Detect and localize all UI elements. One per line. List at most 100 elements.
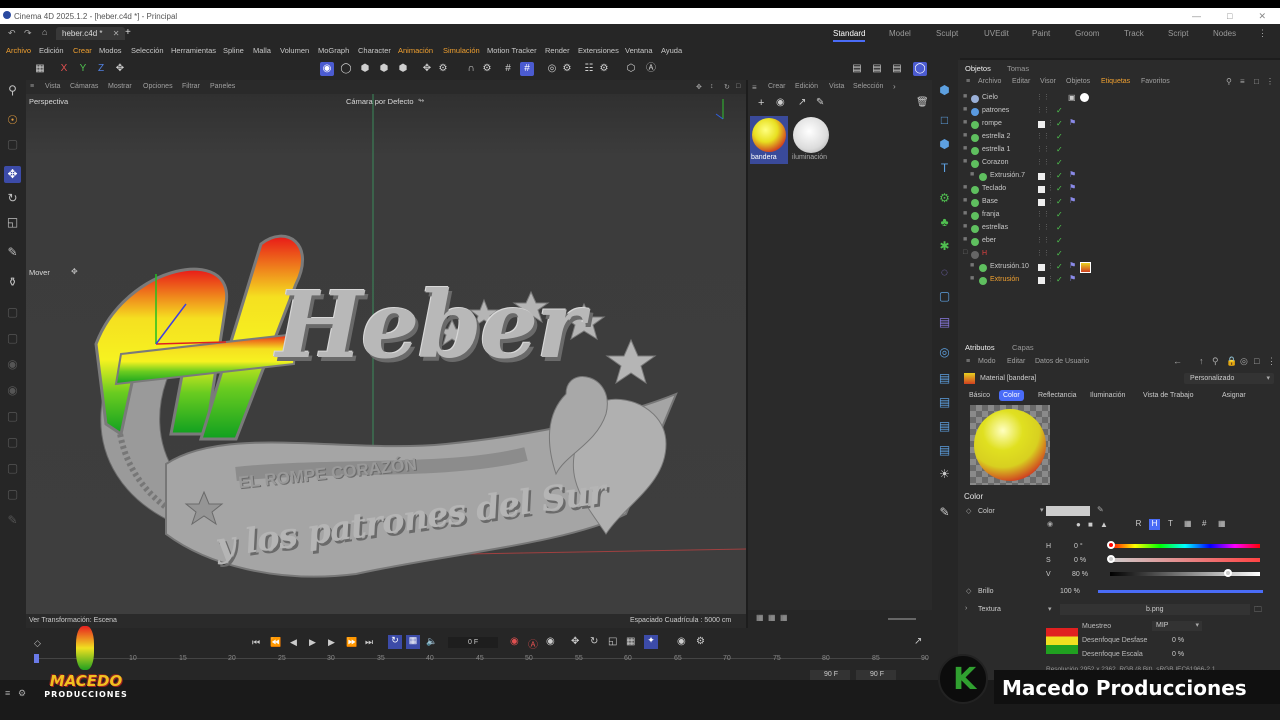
scene-icon[interactable]: ▢ bbox=[936, 288, 953, 305]
field-icon[interactable]: ◌ bbox=[936, 264, 953, 281]
subtab-asignar[interactable]: Asignar bbox=[1218, 391, 1250, 400]
viewport-menu-vista[interactable]: Vista bbox=[45, 83, 60, 90]
stage-icon[interactable]: ▤ bbox=[936, 442, 953, 459]
tab-atributos[interactable]: Atributos bbox=[965, 343, 995, 352]
add-material-icon[interactable]: + bbox=[758, 97, 764, 109]
pen-tool-icon[interactable]: ✎ bbox=[4, 244, 21, 261]
back-icon[interactable]: ← bbox=[1173, 356, 1182, 366]
textura-field[interactable]: b.png bbox=[1060, 604, 1250, 615]
new-tab-icon[interactable]: + bbox=[125, 27, 131, 38]
material-menu-icon[interactable]: ≡ bbox=[752, 83, 757, 92]
expand-icon[interactable]: ■ bbox=[970, 171, 974, 178]
keyframe-icon[interactable]: ◇ bbox=[966, 507, 971, 515]
textura-expand-icon[interactable]: › bbox=[965, 605, 967, 612]
visibility-dots[interactable]: ⋮⋮ bbox=[1036, 145, 1050, 153]
pin-icon[interactable]: ◎ bbox=[1240, 356, 1248, 367]
mode-h-button[interactable]: H bbox=[1149, 519, 1160, 530]
viewport-menu-opciones[interactable]: Opciones bbox=[143, 83, 173, 90]
snap-icon[interactable]: ∩ bbox=[464, 62, 478, 76]
attr-menu-modo[interactable]: Modo bbox=[978, 358, 996, 365]
polygons-mode-icon[interactable]: ⬢ bbox=[396, 62, 410, 76]
expand-icon[interactable]: ■ bbox=[963, 106, 967, 113]
quantize-icon[interactable]: ☷ bbox=[582, 62, 596, 76]
visibility-dots[interactable]: ⋮ bbox=[1047, 184, 1054, 192]
objects-new-window-icon[interactable]: □ bbox=[1254, 77, 1259, 86]
grid-view-icon[interactable]: ▦ bbox=[768, 613, 776, 622]
position-key-icon[interactable]: ✥ bbox=[571, 636, 579, 647]
video-camera-icon[interactable]: ▤ bbox=[936, 418, 953, 435]
play-icon[interactable]: ▶ bbox=[309, 637, 316, 648]
objects-menu-objetos[interactable]: Objetos bbox=[1066, 78, 1090, 85]
visibility-dots[interactable]: ⋮ bbox=[1047, 197, 1054, 205]
viewport-3d[interactable]: Heber EL ROMPE CORAZÓN y los patrones de… bbox=[26, 94, 746, 614]
material-menu-seleccion[interactable]: Selección bbox=[853, 83, 883, 90]
viewport-menu-filtrar[interactable]: Filtrar bbox=[182, 83, 200, 90]
brillo-slider[interactable] bbox=[1098, 590, 1263, 593]
enabled-check-icon[interactable]: ✓ bbox=[1056, 184, 1063, 193]
layout-uvedit[interactable]: UVEdit bbox=[984, 29, 1009, 38]
edit-icon[interactable]: ✎ bbox=[936, 504, 953, 521]
tab-tomas[interactable]: Tomas bbox=[1007, 64, 1029, 73]
bridge-tool-icon[interactable]: ▢ bbox=[4, 434, 21, 451]
next-key-icon[interactable]: ⏩ bbox=[346, 637, 357, 648]
camera-link-icon[interactable]: ↬ bbox=[418, 96, 424, 105]
visibility-dots[interactable]: ⋮⋮ bbox=[1036, 223, 1050, 231]
attr-menu-datos-usuario[interactable]: Datos de Usuario bbox=[1035, 358, 1089, 365]
render-settings-icon[interactable]: ▤ bbox=[890, 62, 904, 76]
expand-icon[interactable]: ■ bbox=[963, 197, 967, 204]
large-view-icon[interactable]: ▦ bbox=[780, 613, 788, 622]
x-axis-lock[interactable]: X bbox=[57, 62, 71, 76]
material-bandera[interactable]: bandera bbox=[750, 116, 788, 164]
z-axis-lock[interactable]: Z bbox=[94, 62, 108, 76]
sky-material-tag[interactable] bbox=[1080, 93, 1089, 102]
go-to-end-icon[interactable]: ⏭ bbox=[365, 637, 373, 648]
go-to-start-icon[interactable]: ⏮ bbox=[252, 637, 260, 648]
expand-icon[interactable]: ■ bbox=[963, 210, 967, 217]
menu-mograph[interactable]: MoGraph bbox=[318, 46, 349, 55]
color-swatch-field[interactable] bbox=[1046, 506, 1090, 516]
lock-icon[interactable]: 🔒 bbox=[1226, 356, 1237, 367]
mograph-icon[interactable]: ♣ bbox=[936, 214, 953, 231]
tab-document[interactable]: heber.c4d * ✕ bbox=[56, 27, 126, 40]
visibility-dots[interactable]: ⋮ bbox=[1047, 275, 1054, 283]
current-frame-field[interactable]: 0 F bbox=[448, 637, 498, 648]
menu-seleccion[interactable]: Selección bbox=[131, 46, 164, 55]
brillo-value[interactable]: 100 % bbox=[1060, 588, 1080, 595]
viewport-maximize-icon[interactable]: □ bbox=[736, 83, 740, 90]
material-picker-icon[interactable]: ✎ bbox=[816, 97, 824, 108]
enabled-check-icon[interactable]: ✓ bbox=[1056, 106, 1063, 115]
weld-tool-icon[interactable]: ▢ bbox=[4, 486, 21, 503]
render-region-icon[interactable]: ▤ bbox=[936, 394, 953, 411]
phong-tag-icon[interactable]: ⚑ bbox=[1069, 274, 1076, 283]
enabled-check-icon[interactable]: ✓ bbox=[1056, 210, 1063, 219]
objects-menu-visor[interactable]: Visor bbox=[1040, 78, 1056, 85]
layout-nodes[interactable]: Nodes bbox=[1213, 29, 1236, 38]
object-row[interactable]: ■ eber ⋮⋮ ✓ bbox=[958, 235, 1280, 248]
close-icon[interactable]: ✕ bbox=[1258, 11, 1266, 22]
primitive-cube-icon[interactable]: ⬢ bbox=[936, 136, 953, 153]
points-mode-icon[interactable]: ⬢ bbox=[358, 62, 372, 76]
folder-icon[interactable]: 🗀 bbox=[1254, 604, 1262, 618]
expand-icon[interactable]: ■ bbox=[963, 93, 967, 100]
visibility-dots[interactable]: ⋮ bbox=[1047, 119, 1054, 127]
rotation-key-icon[interactable]: ↻ bbox=[590, 636, 598, 647]
deformer-icon[interactable]: ✱ bbox=[936, 238, 953, 255]
enabled-check-icon[interactable]: ✓ bbox=[1056, 223, 1063, 232]
objects-menu-archivo[interactable]: Archivo bbox=[978, 78, 1001, 85]
grid-toggle-icon[interactable]: ▦ bbox=[33, 62, 47, 76]
value-slider[interactable] bbox=[1110, 572, 1260, 576]
phong-tag-icon[interactable]: ⚑ bbox=[1069, 118, 1076, 127]
expand-icon[interactable]: ■ bbox=[963, 223, 967, 230]
object-row[interactable]: ■ Extrusión.7 ⋮ ✓ ⚑ bbox=[958, 170, 1280, 183]
subtab-color[interactable]: Color bbox=[999, 390, 1024, 401]
generator-icon[interactable]: ⚙ bbox=[936, 190, 953, 207]
object-row[interactable]: ■ Extrusión.10 ⋮ ✓ ⚑ bbox=[958, 261, 1280, 274]
object-row[interactable]: ■ estrellas ⋮⋮ ✓ bbox=[958, 222, 1280, 235]
visibility-dots[interactable]: ⋮⋮ bbox=[1036, 132, 1050, 140]
visibility-dots[interactable]: ⋮⋮ bbox=[1036, 210, 1050, 218]
hex-icon[interactable]: # bbox=[1202, 519, 1206, 528]
eyedropper-icon[interactable]: ✎ bbox=[1097, 505, 1104, 514]
delete-material-icon[interactable]: 🗑 bbox=[916, 97, 929, 108]
object-row[interactable]: ■ Teclado ⋮ ✓ ⚑ bbox=[958, 183, 1280, 196]
objects-menu-editar[interactable]: Editar bbox=[1012, 78, 1030, 85]
